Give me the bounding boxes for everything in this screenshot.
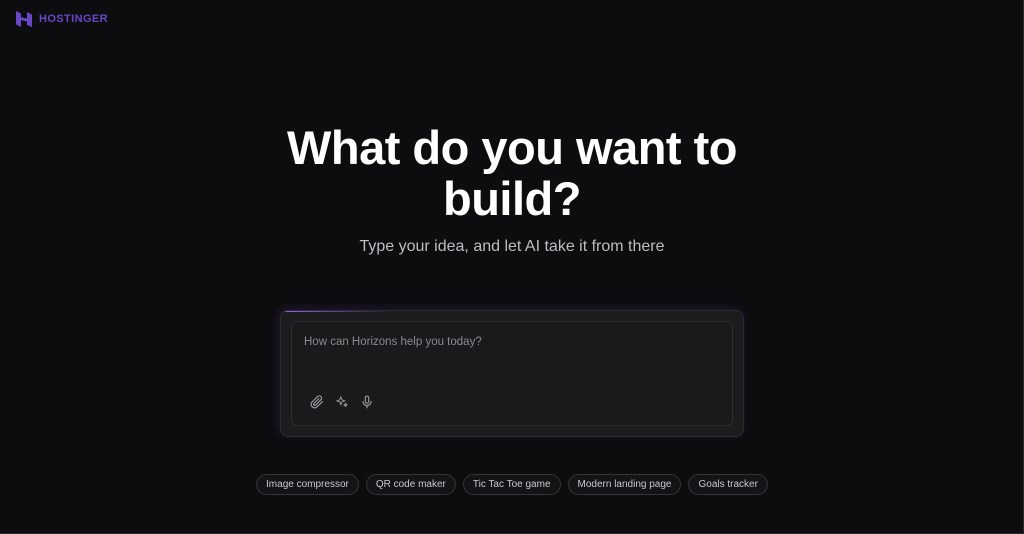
suggestion-chip[interactable]: Image compressor xyxy=(256,474,359,495)
sparkle-icon xyxy=(335,395,348,407)
voice-input-button[interactable] xyxy=(358,393,375,410)
brand-name: HOSTINGER xyxy=(39,13,108,25)
suggestion-chip[interactable]: QR code maker xyxy=(365,474,456,495)
paperclip-icon xyxy=(310,394,323,408)
prompt-input[interactable] xyxy=(304,336,704,376)
hostinger-h-logo-icon xyxy=(16,11,32,27)
page-frame xyxy=(0,0,1024,534)
attach-button[interactable] xyxy=(308,393,325,410)
hero-section: What do you want to build? Type your ide… xyxy=(0,122,1024,256)
page-subtitle: Type your idea, and let AI take it from … xyxy=(359,238,665,255)
page-title: What do you want to build? xyxy=(287,121,738,225)
prompt-toolbar xyxy=(308,393,375,410)
microphone-icon xyxy=(361,395,372,408)
suggestion-chip[interactable]: Goals tracker xyxy=(688,474,768,495)
enhance-prompt-button[interactable] xyxy=(333,393,350,410)
suggestion-chip[interactable]: Tic Tac Toe game xyxy=(462,474,561,495)
hostinger-logo[interactable]: HOSTINGER xyxy=(15,10,108,28)
suggestion-chip[interactable]: Modern landing page xyxy=(567,474,682,495)
suggestion-chips: Image compressor QR code maker Tic Tac T… xyxy=(0,474,1024,495)
prompt-box[interactable] xyxy=(291,321,733,426)
prompt-card xyxy=(280,310,744,437)
